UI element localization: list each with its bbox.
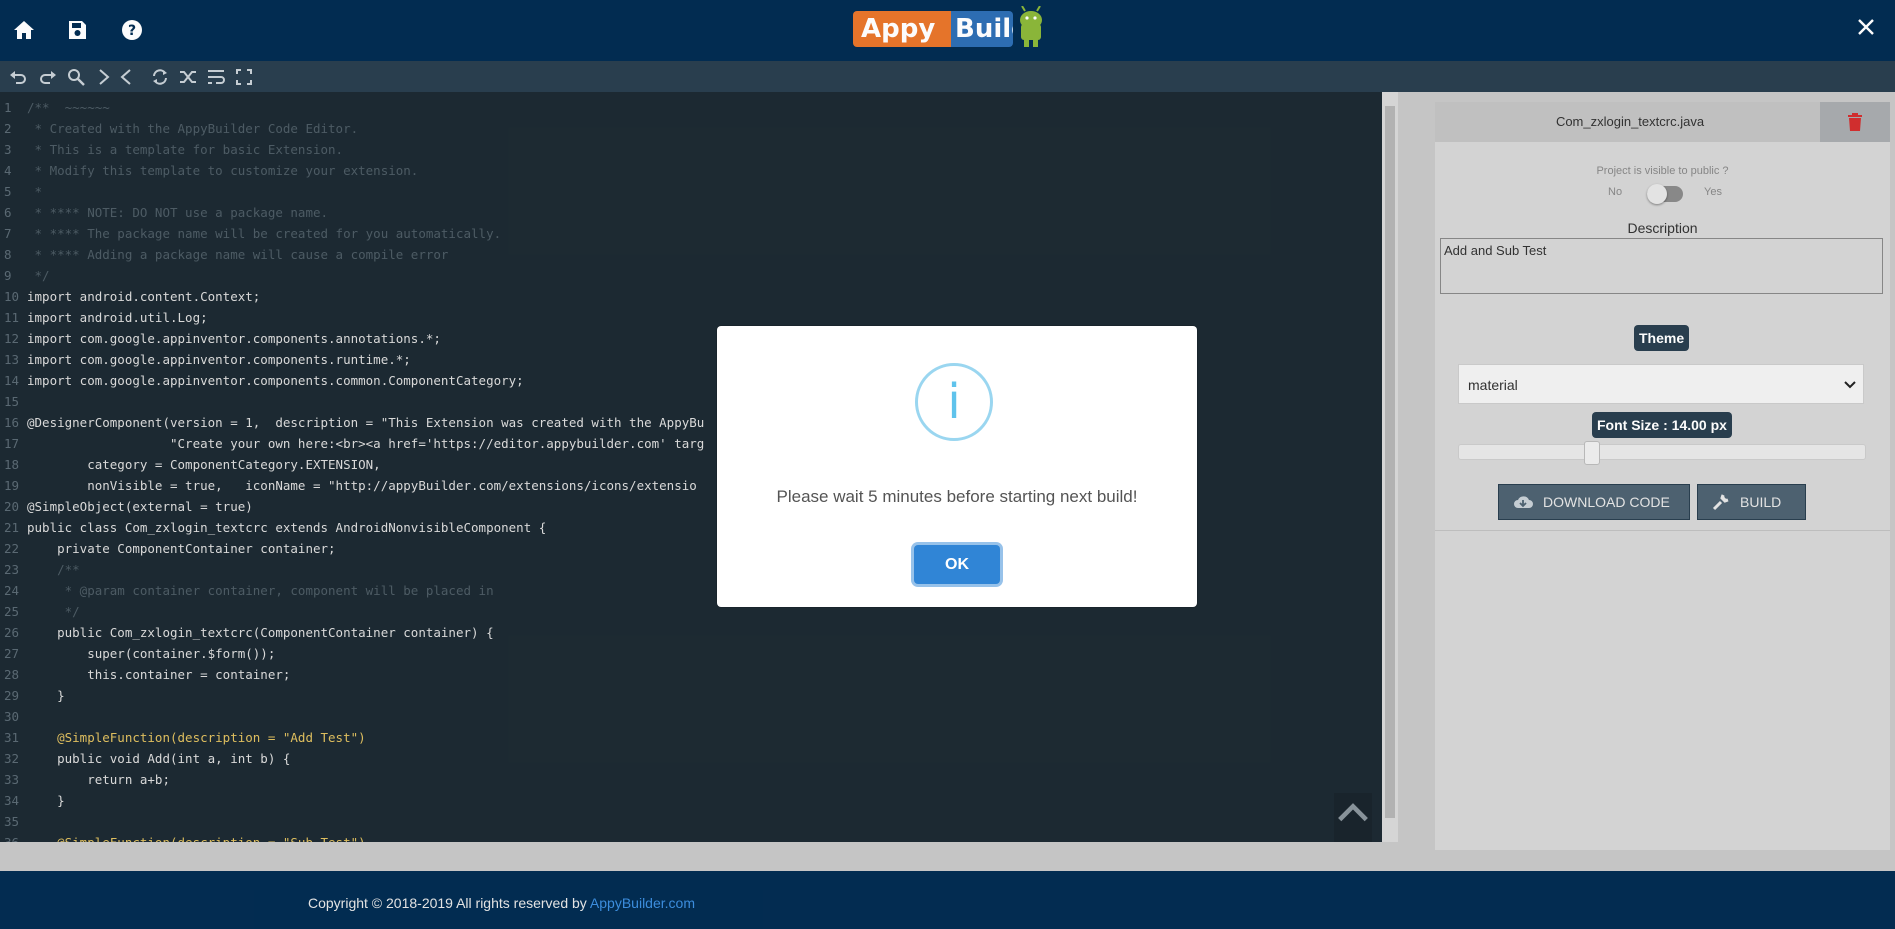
info-dialog: i Please wait 5 minutes before starting …	[717, 326, 1197, 607]
info-icon: i	[915, 363, 993, 441]
ok-button[interactable]: OK	[914, 545, 1000, 584]
dialog-message: Please wait 5 minutes before starting ne…	[776, 487, 1138, 506]
